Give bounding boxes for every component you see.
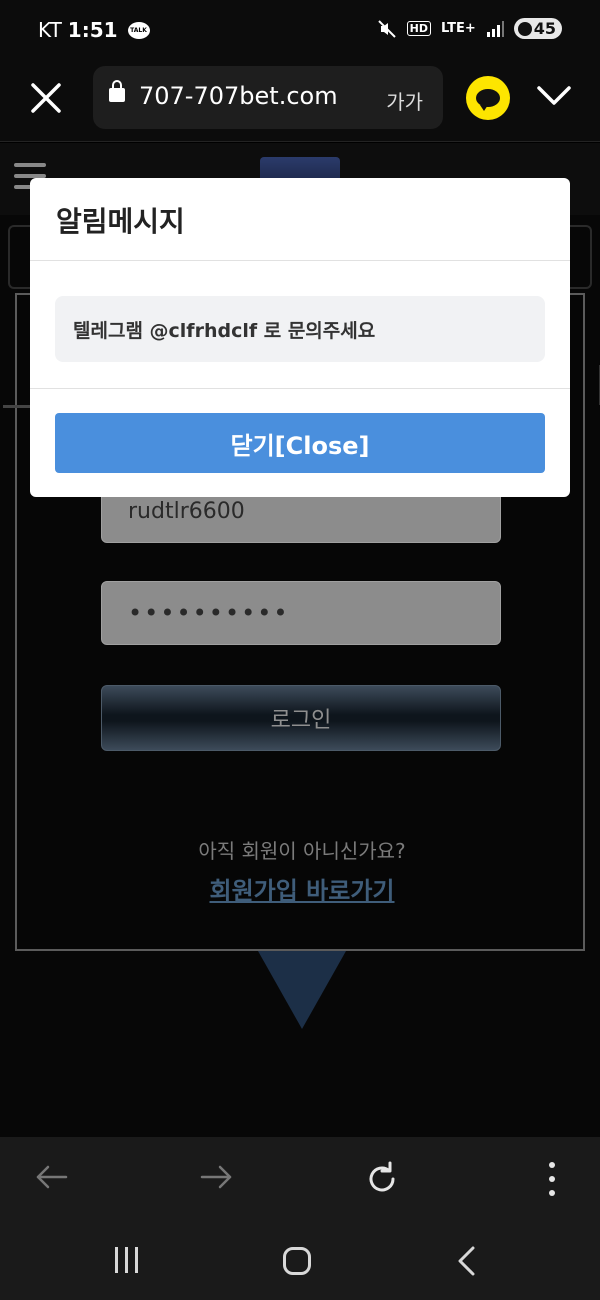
battery-level: 45 [533, 19, 556, 38]
close-icon[interactable] [28, 80, 64, 116]
signup-question: 아직 회원이 아니신가요? [198, 839, 406, 863]
recent-apps-icon[interactable] [115, 1247, 138, 1273]
power-saving-icon [517, 21, 532, 36]
signal-icon [486, 20, 504, 37]
browser-address-bar: 707-707bet.com 가가 [0, 62, 600, 142]
side-decoration-left [8, 225, 30, 289]
signup-link[interactable]: 회원가입 바로가기 [17, 871, 587, 906]
modal-close-button[interactable]: 닫기[Close] [55, 413, 545, 473]
text-size-button[interactable]: 가가 [386, 86, 423, 115]
modal-divider [30, 388, 570, 389]
status-left: KT 1:51 TALK [38, 18, 150, 42]
mute-icon [377, 19, 396, 38]
modal-title: 알림메시지 [56, 205, 185, 238]
kakaotalk-notification-icon: TALK [127, 21, 150, 39]
modal-divider [30, 260, 570, 261]
login-button[interactable]: 로그인 [101, 685, 501, 751]
url-text: 707-707bet.com [139, 82, 338, 110]
reload-icon[interactable] [362, 1159, 402, 1199]
chat-bubble-icon [476, 89, 500, 111]
hd-badge: HD [406, 21, 431, 36]
kakaotalk-button[interactable] [466, 76, 510, 120]
system-back-icon[interactable] [455, 1245, 479, 1277]
url-field[interactable]: 707-707bet.com 가가 [93, 66, 443, 129]
browser-toolbar [0, 1137, 600, 1223]
panel-decoration-left [3, 405, 33, 408]
alert-modal: 알림메시지 텔레그램 @clfrhdclf 로 문의주세요 닫기[Close] [30, 178, 570, 497]
network-label: LTE+ [440, 21, 476, 36]
carrier-label: KT [38, 18, 62, 42]
side-decoration-right [570, 225, 592, 289]
clock: 1:51 [67, 18, 118, 42]
password-input[interactable]: •••••••••• [101, 581, 501, 645]
decorative-triangle [258, 951, 346, 1029]
back-arrow-icon[interactable] [34, 1159, 70, 1195]
system-navigation-bar [0, 1223, 600, 1300]
modal-message: 텔레그램 @clfrhdclf 로 문의주세요 [55, 296, 545, 362]
chevron-down-icon[interactable] [536, 84, 572, 108]
home-icon[interactable] [283, 1247, 311, 1275]
lock-icon [109, 80, 125, 102]
more-options-icon[interactable] [540, 1159, 564, 1199]
panel-decoration-right [572, 365, 600, 405]
forward-arrow-icon[interactable] [198, 1159, 234, 1195]
battery-indicator: 45 [513, 18, 562, 39]
status-right: HD LTE+ 45 [377, 18, 562, 39]
status-bar: KT 1:51 TALK HD LTE+ 45 [0, 0, 600, 62]
